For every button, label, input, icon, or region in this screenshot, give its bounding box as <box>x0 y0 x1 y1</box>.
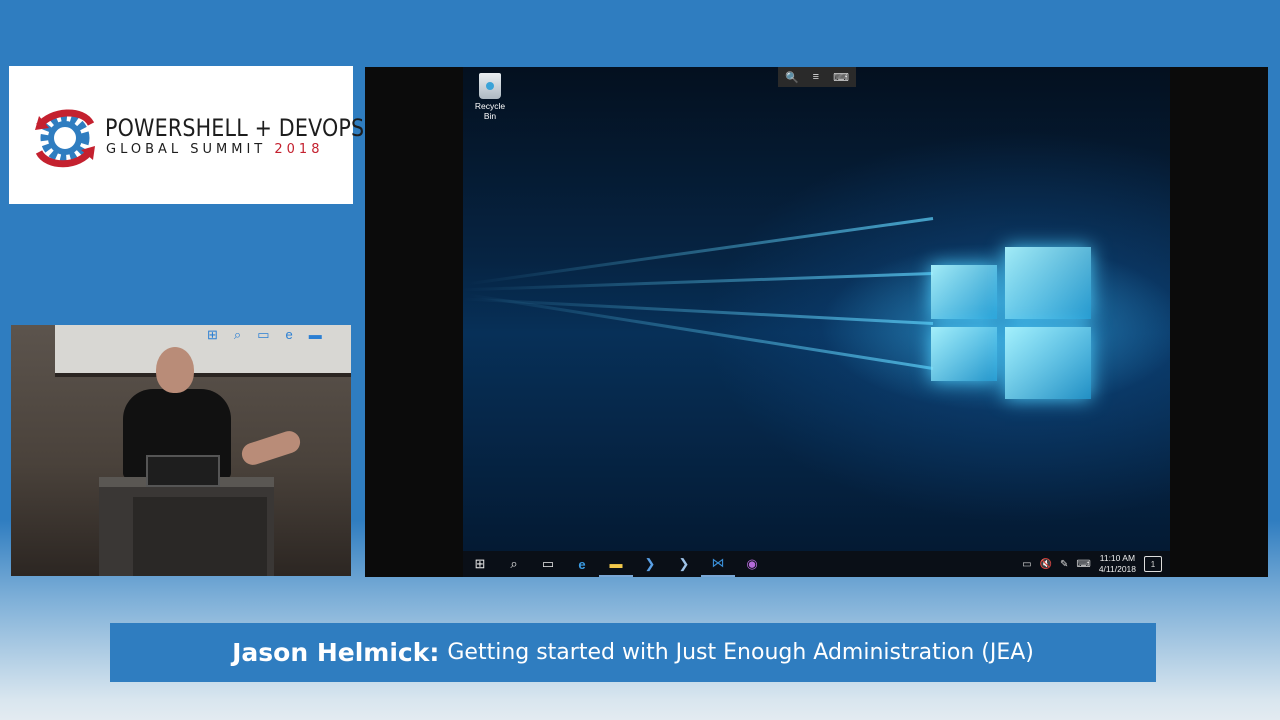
podium-front <box>133 497 267 576</box>
logo-pane <box>931 327 997 381</box>
action-center-icon[interactable]: 1 <box>1144 556 1162 572</box>
task-view-icon: ▭ <box>257 327 270 342</box>
edge-icon[interactable]: e <box>565 551 599 577</box>
menu-icon[interactable]: ≡ <box>813 71 819 83</box>
logo-pane <box>1005 327 1091 399</box>
keyboard-icon[interactable]: ⌨ <box>1076 559 1090 570</box>
windows-logo-wallpaper <box>931 245 1091 403</box>
windows-icon: ⊞ <box>207 327 218 342</box>
session-caption: Jason Helmick: Getting started with Just… <box>110 623 1156 682</box>
windows-desktop[interactable]: Recycle Bin 🔍 ≡ ⌨ <box>463 67 1170 551</box>
logo-summit-text: GLOBAL SUMMIT <box>106 142 267 157</box>
remote-desktop-toolbar: 🔍 ≡ ⌨ <box>778 67 856 87</box>
task-view-button[interactable]: ▭ <box>531 551 565 577</box>
powershell-icon[interactable]: ❯ <box>633 551 667 577</box>
file-explorer-icon[interactable]: ▬ <box>599 551 633 577</box>
clock-date: 4/11/2018 <box>1098 564 1136 574</box>
gear-arrows-icon <box>35 109 95 168</box>
edge-icon: e <box>285 327 293 342</box>
recycle-bin-icon <box>479 73 501 99</box>
folder-icon: ▬ <box>308 327 322 342</box>
volume-muted-icon[interactable]: 🔇 <box>1040 559 1052 570</box>
notification-count: 1 <box>1150 559 1156 569</box>
conference-logo: POWERSHELL + DEVOPS GLOBAL SUMMIT 2018 <box>9 66 364 204</box>
logo-title: POWERSHELL + DEVOPS <box>105 114 365 142</box>
camera-projected-icons: ⊞ ⌕ ▭ e ▬ <box>207 327 322 343</box>
system-tray: ▭ 🔇 ✎ ⌨ 11:10 AM 4/11/2018 1 <box>1022 553 1170 575</box>
desktop-icon-recycle-bin[interactable]: Recycle Bin <box>469 73 511 121</box>
search-button[interactable]: ⌕ <box>497 551 531 577</box>
keyboard-icon[interactable]: ⌨ <box>833 71 849 84</box>
speaker-head <box>156 347 194 393</box>
logo-year: 2018 <box>274 142 324 157</box>
wallpaper-beam <box>468 293 934 370</box>
recycle-bin-label: Recycle Bin <box>474 101 506 121</box>
windows-taskbar: ⊞ ⌕ ▭ e ▬ ❯ ❯ ⋈ ◉ ▭ 🔇 ✎ ⌨ 11:10 AM 4/11/… <box>463 551 1170 577</box>
pen-icon[interactable]: ✎ <box>1060 559 1068 570</box>
logo-subtitle: GLOBAL SUMMIT 2018 <box>106 142 323 157</box>
laptop <box>146 455 220 487</box>
clock[interactable]: 11:10 AM 4/11/2018 <box>1099 553 1136 575</box>
speaker-name: Jason Helmick: <box>232 638 440 667</box>
search-icon: ⌕ <box>233 327 242 342</box>
logo-pane <box>931 265 997 319</box>
powershell-admin-icon[interactable]: ❯ <box>667 551 701 577</box>
vscode-icon[interactable]: ⋈ <box>701 551 735 577</box>
logo-pane <box>1005 247 1091 319</box>
start-button[interactable]: ⊞ <box>463 551 497 577</box>
wallpaper-beam <box>463 297 934 325</box>
app-icon[interactable]: ◉ <box>735 551 769 577</box>
session-title: Getting started with Just Enough Adminis… <box>447 640 1034 665</box>
speaker-camera-feed: ⊞ ⌕ ▭ e ▬ <box>11 325 351 576</box>
clock-time: 11:10 AM <box>1099 553 1136 563</box>
zoom-icon[interactable]: 🔍 <box>785 71 799 84</box>
network-icon[interactable]: ▭ <box>1022 559 1031 570</box>
